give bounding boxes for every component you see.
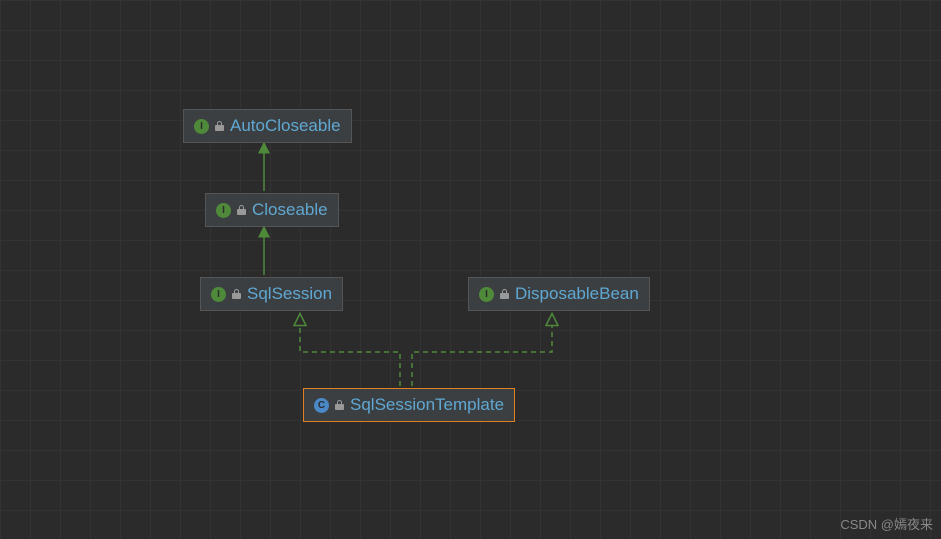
node-label: SqlSession [247,284,332,304]
background-grid [0,0,941,539]
interface-icon: I [479,287,494,302]
node-label: SqlSessionTemplate [350,395,504,415]
node-label: Closeable [252,200,328,220]
lock-icon [237,205,246,215]
interface-icon: I [216,203,231,218]
watermark: CSDN @嫣夜来 [840,514,933,533]
node-disposablebean[interactable]: I DisposableBean [468,277,650,311]
lock-icon [215,121,224,131]
interface-icon: I [194,119,209,134]
lock-icon [335,400,344,410]
node-closeable[interactable]: I Closeable [205,193,339,227]
class-icon: C [314,398,329,413]
node-autocloseable[interactable]: I AutoCloseable [183,109,352,143]
lock-icon [232,289,241,299]
node-label: DisposableBean [515,284,639,304]
lock-icon [500,289,509,299]
interface-icon: I [211,287,226,302]
node-label: AutoCloseable [230,116,341,136]
node-sqlsessiontemplate[interactable]: C SqlSessionTemplate [303,388,515,422]
node-sqlsession[interactable]: I SqlSession [200,277,343,311]
